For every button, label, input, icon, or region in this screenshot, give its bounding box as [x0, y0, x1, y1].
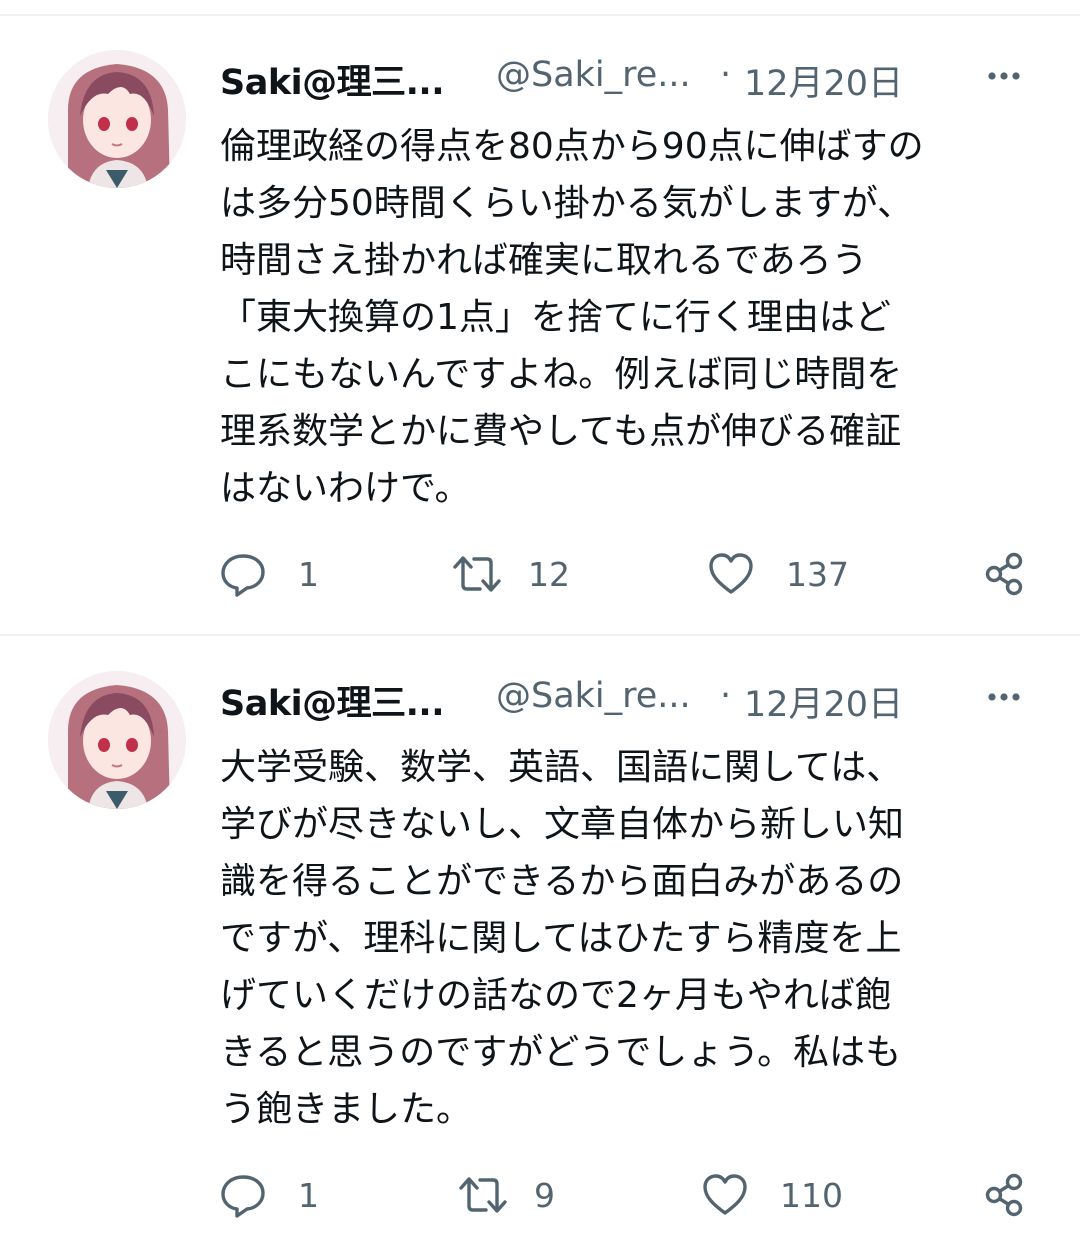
tweet-text-line: は多分50時間くらい掛かる気がしますが、 [220, 183, 914, 224]
like-count: 137 [786, 554, 849, 594]
heart-icon [700, 1170, 750, 1220]
user-handle[interactable]: @Saki_re... [496, 55, 691, 95]
tweet-text: 倫理政経の得点を80点から90点に伸ばすの は多分50時間くらい掛かる気がします… [220, 118, 1040, 517]
reply-button[interactable]: 1 [218, 546, 319, 602]
tweet-text-line: 識を得ることができるから面白みがあるの [220, 861, 904, 902]
more-icon[interactable] [982, 675, 1026, 719]
tweet-date[interactable]: 12月20日 [744, 676, 903, 727]
tweet-text-line: はないわけで。 [220, 468, 471, 509]
tweet-text-line: 「東大換算の1点」を捨てに行く理由はど [220, 297, 891, 338]
share-button[interactable] [980, 1167, 1030, 1223]
retweet-count: 12 [528, 554, 570, 594]
share-icon [980, 1170, 1030, 1220]
reply-button[interactable]: 1 [218, 1167, 319, 1223]
reply-count: 1 [298, 554, 319, 594]
tweet[interactable]: Saki@理三... @Saki_re... · 12月20日 倫理政経の得点を… [0, 0, 1080, 634]
reply-icon [218, 549, 268, 599]
tweet-actions: 1 12 137 [218, 546, 1038, 602]
tweet-text-line: きると思うのですがどうでしょう。私はも [220, 1032, 902, 1073]
reply-count: 1 [298, 1175, 319, 1215]
reply-icon [218, 1170, 268, 1220]
tweet-header: Saki@理三... @Saki_re... · 12月20日 [220, 48, 1040, 108]
separator-dot: · [720, 676, 732, 716]
share-icon [980, 549, 1030, 599]
tweet-date[interactable]: 12月20日 [744, 55, 903, 106]
tweet-text-line: 理系数学とかに費やしても点が伸びる確証 [220, 411, 902, 452]
tweet[interactable]: Saki@理三... @Saki_re... · 12月20日 大学受験、数学、… [0, 621, 1080, 1252]
tweet-text: 大学受験、数学、英語、国語に関しては、 学びが尽きないし、文章自体から新しい知 … [220, 739, 1040, 1138]
more-icon[interactable] [982, 54, 1026, 98]
like-button[interactable]: 137 [706, 546, 849, 602]
separator-dot: · [720, 55, 732, 95]
tweet-text-line: 時間さえ掛かれば確実に取れるであろう [220, 240, 868, 281]
heart-icon [706, 549, 756, 599]
tweet-text-line: こにもないんですよね。例えば同じ時間を [220, 354, 903, 395]
like-button[interactable]: 110 [700, 1167, 843, 1223]
avatar[interactable] [48, 50, 186, 188]
tweet-text-line: 大学受験、数学、英語、国語に関しては、 [220, 747, 903, 788]
tweet-actions: 1 9 110 [218, 1167, 1038, 1223]
retweet-icon [450, 549, 504, 599]
display-name[interactable]: Saki@理三... [220, 54, 445, 105]
tweet-header: Saki@理三... @Saki_re... · 12月20日 [220, 669, 1040, 729]
tweet-text-line: げていくだけの話なので2ヶ月もやれば飽 [220, 975, 891, 1016]
tweet-text-line: 倫理政経の得点を80点から90点に伸ばすの [220, 126, 924, 167]
tweet-text-line: 学びが尽きないし、文章自体から新しい知 [220, 804, 905, 845]
display-name[interactable]: Saki@理三... [220, 675, 445, 726]
retweet-count: 9 [534, 1175, 555, 1215]
retweet-button[interactable]: 9 [456, 1167, 555, 1223]
like-count: 110 [780, 1175, 843, 1215]
tweet-text-line: う飽きました。 [220, 1089, 473, 1130]
retweet-button[interactable]: 12 [450, 546, 570, 602]
retweet-icon [456, 1170, 510, 1220]
user-handle[interactable]: @Saki_re... [496, 676, 691, 716]
share-button[interactable] [980, 546, 1030, 602]
avatar[interactable] [48, 671, 186, 809]
tweet-text-line: ですが、理科に関してはひたすら精度を上 [220, 918, 902, 959]
